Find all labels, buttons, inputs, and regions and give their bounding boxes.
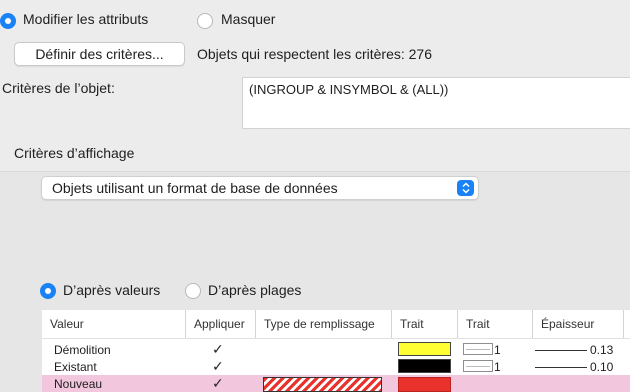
define-criteria-button[interactable]: Définir des critères...	[14, 42, 185, 66]
column-header-stroke-color[interactable]: Trait	[391, 310, 457, 338]
display-criteria-title: Critères d’affichage	[14, 145, 135, 161]
apply-check[interactable]: ✓	[212, 341, 224, 358]
by-ranges-radio[interactable]	[185, 283, 201, 299]
row-value: Démolition	[54, 342, 111, 357]
chevron-updown-icon	[457, 180, 474, 196]
by-ranges-label: D’après plages	[208, 282, 302, 298]
thickness-value: 0.10	[590, 359, 614, 374]
hide-label: Masquer	[221, 11, 276, 27]
hatch-fill-swatch[interactable]	[263, 377, 382, 392]
stroke-color-swatch[interactable]	[398, 359, 451, 373]
line-style-swatch[interactable]	[463, 360, 493, 372]
values-table: Valeur Appliquer Type de remplissage Tra…	[42, 310, 630, 392]
criteria-expression-field[interactable]: (INGROUP & INSYMBOL & (ALL))	[242, 77, 630, 129]
table-row-selected[interactable]: Nouveau ✓	[42, 375, 630, 392]
apply-check[interactable]: ✓	[212, 358, 224, 375]
thickness-line	[535, 367, 587, 368]
modify-attributes-radio[interactable]	[0, 13, 16, 29]
criteria-expression-text: (INGROUP & INSYMBOL & (ALL))	[249, 82, 449, 97]
stroke-color-swatch[interactable]	[398, 377, 451, 392]
hide-radio[interactable]	[197, 13, 213, 29]
table-header-divider	[42, 338, 630, 339]
column-header-extra[interactable]: T	[623, 310, 630, 338]
apply-check[interactable]: ✓	[212, 375, 224, 392]
column-header-fill-type[interactable]: Type de remplissage	[255, 310, 391, 338]
stroke-count: 1	[494, 342, 501, 357]
object-criteria-label: Critères de l’objet:	[2, 80, 115, 96]
line-style-swatch[interactable]	[463, 343, 493, 355]
table-row[interactable]: Existant ✓ 1 0.10	[42, 358, 630, 375]
format-dropdown-value: Objets utilisant un format de base de do…	[52, 180, 338, 196]
column-header-value[interactable]: Valeur	[42, 310, 185, 338]
thickness-value: 0.13	[590, 342, 614, 357]
row-value: Existant	[54, 359, 97, 374]
column-header-apply[interactable]: Appliquer	[185, 310, 255, 338]
thickness-line	[535, 350, 587, 351]
table-row[interactable]: Démolition ✓ 1 0.13	[42, 341, 630, 358]
by-values-label: D’après valeurs	[63, 282, 161, 298]
stroke-count: 1	[494, 359, 501, 374]
column-header-stroke[interactable]: Trait	[457, 310, 532, 338]
column-header-thickness[interactable]: Épaisseur	[532, 310, 623, 338]
stroke-color-swatch[interactable]	[398, 342, 451, 356]
format-dropdown[interactable]: Objets utilisant un format de base de do…	[41, 176, 479, 200]
by-values-radio[interactable]	[40, 283, 56, 299]
row-value: Nouveau	[54, 376, 103, 391]
matching-objects-label: Objets qui respectent les critères: 276	[197, 46, 433, 62]
modify-attributes-label: Modifier les attributs	[23, 11, 149, 27]
